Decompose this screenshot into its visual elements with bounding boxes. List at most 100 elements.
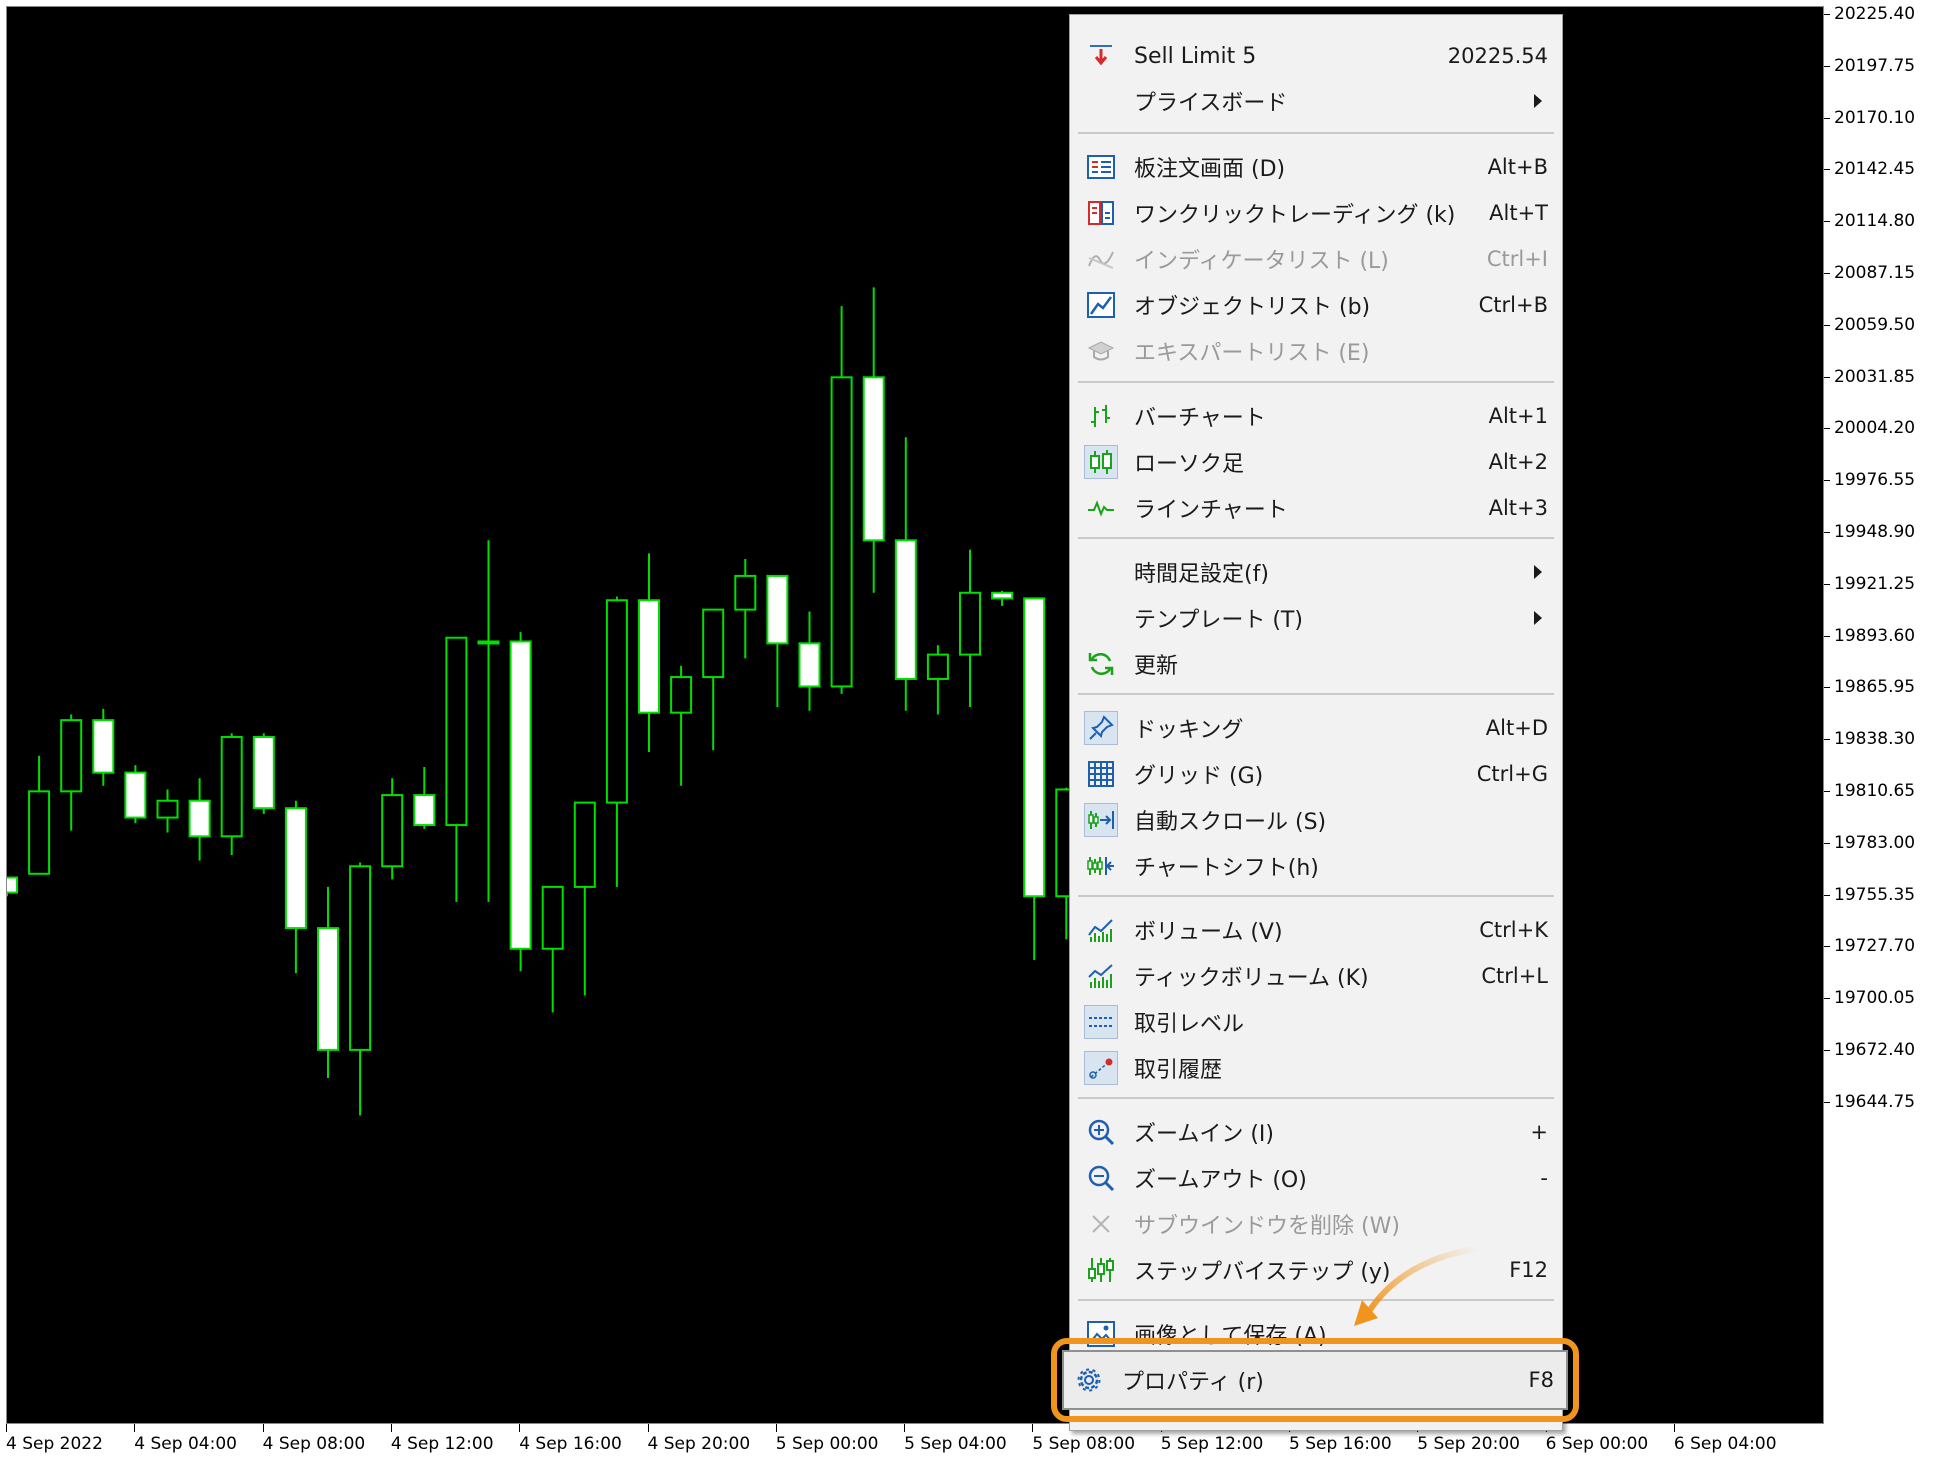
candle [541,885,564,1013]
menu-item-indicator-list[interactable]: インディケータリスト (L) Ctrl+I [1074,237,1558,281]
menu-shortcut: Alt+T [1489,201,1548,225]
menu-item-grid[interactable]: グリッド (G) Ctrl+G [1074,752,1558,796]
time-label: 4 Sep 12:00 [390,1434,494,1454]
step-by-step-icon [1084,1253,1118,1287]
candle-body [7,876,18,894]
price-tick [1824,583,1830,585]
menu-item-line-chart[interactable]: ラインチャート Alt+3 [1074,486,1558,530]
candle [445,636,468,902]
price-tick [1824,791,1830,792]
candle-body [638,599,660,714]
menu-item-chart-shift[interactable]: チャートシフト(h) [1074,844,1558,888]
menu-label: 板注文画面 (D) [1134,157,1286,182]
candle [702,608,725,751]
price-label: 20031.85 [1834,366,1916,387]
menu-item-tick-volume[interactable]: ティックボリューム (K) Ctrl+L [1074,954,1558,998]
candle-body [734,574,757,611]
price-tick [1824,998,1830,1000]
bar-chart-icon [1084,399,1118,433]
candle [959,549,981,708]
candle-body [477,640,500,645]
menu-item-refresh[interactable]: 更新 [1074,642,1558,686]
price-label: 20197.75 [1834,55,1916,76]
submenu-arrow-icon [1534,94,1542,108]
price-label: 19700.05 [1834,988,1916,1009]
menu-separator [1078,537,1554,539]
candle-body [317,927,339,1051]
candle-body [605,599,628,804]
menu-item-auto-scroll[interactable]: 自動スクロール (S) [1074,798,1558,842]
price-label: 19948.90 [1834,522,1916,542]
menu-item-volume[interactable]: ボリューム (V) Ctrl+K [1074,908,1558,952]
candle [124,765,147,824]
candle [926,645,949,715]
menu-item-zoom-in[interactable]: ズームイン (I) + [1074,1110,1558,1154]
candle [284,800,307,974]
candlestick-icon [1084,445,1118,479]
price-tick [1824,65,1830,67]
price-tick [1824,324,1830,326]
price-label: 19783.00 [1834,832,1916,853]
price-tick [1824,169,1830,171]
candle [862,287,885,593]
menu-item-trade-history[interactable]: 取引履歴 [1074,1046,1558,1090]
menu-item-object-list[interactable]: オブジェクトリスト (b) Ctrl+B [1074,283,1558,327]
price-tick [1824,14,1830,15]
price-label: 19727.70 [1834,936,1916,957]
candle [766,574,789,708]
candle [381,778,404,880]
menu-label: ローソク足 [1134,452,1245,477]
menu-label: エキスパートリスト (E) [1134,341,1370,366]
menu-shortcut: Alt+B [1487,155,1548,179]
time-tick [390,1424,392,1432]
price-label: 19755.35 [1834,884,1916,905]
menu-item-templates[interactable]: テンプレート (T) [1074,596,1558,640]
candle [92,708,115,786]
menu-shortcut: Ctrl+B [1478,293,1548,317]
menu-item-expert-list[interactable]: エキスパートリスト (E) [1074,329,1558,373]
depth-of-market-icon [1084,150,1118,184]
candle [638,553,660,753]
menu-shortcut: Ctrl+L [1481,964,1548,988]
menu-label: サブウインドウを削除 (W) [1134,1214,1400,1239]
candle-body [702,608,725,679]
menu-label: オブジェクトリスト (b) [1134,295,1371,320]
submenu-arrow-icon [1534,611,1542,625]
menu-item-price-board[interactable]: プライスボード [1074,79,1558,123]
price-tick [1824,739,1830,741]
price-label: 19838.30 [1834,729,1916,750]
candle [317,886,339,1078]
candle [605,596,628,887]
menu-item-candlestick[interactable]: ローソク足 Alt+2 [1074,440,1558,484]
candle-body [959,591,981,656]
menu-item-one-click-trading[interactable]: ワンクリックトレーディング (k) Alt+T [1074,191,1558,235]
price-label: 20087.15 [1834,263,1916,283]
menu-item-bar-chart[interactable]: バーチャート Alt+1 [1074,394,1558,438]
menu-separator [1078,693,1554,695]
menu-item-sell-limit[interactable]: Sell Limit 5 20225.54 [1074,34,1558,78]
time-label: 5 Sep 00:00 [775,1434,879,1454]
menu-label: ズームイン (I) [1134,1122,1274,1147]
price-tick [1824,842,1830,844]
chart-shift-icon [1084,849,1118,883]
price-tick [1824,946,1830,948]
time-label: 4 Sep 2022 [6,1434,103,1454]
time-label: 4 Sep 16:00 [519,1434,622,1454]
menu-item-timeframes[interactable]: 時間足設定(f) [1074,550,1558,594]
menu-shortcut: 20225.54 [1447,44,1548,68]
menu-separator [1078,1097,1554,1099]
candle-body [284,807,307,930]
candle-body [92,719,115,774]
menu-label: Sell Limit 5 [1134,43,1257,69]
menu-label: グリッド (G) [1134,764,1264,789]
time-label: 4 Sep 20:00 [647,1434,751,1454]
menu-item-docking[interactable]: ドッキング Alt+D [1074,706,1558,750]
candle [670,665,693,786]
candle-body [349,865,372,1051]
menu-label: 時間足設定(f) [1134,562,1269,587]
candle [188,778,211,861]
menu-shortcut: Alt+1 [1488,404,1548,428]
menu-item-depth-of-market[interactable]: 板注文画面 (D) Alt+B [1074,145,1558,189]
menu-item-trade-levels[interactable]: 取引レベル [1074,1000,1558,1044]
menu-item-zoom-out[interactable]: ズームアウト (O) - [1074,1156,1558,1200]
